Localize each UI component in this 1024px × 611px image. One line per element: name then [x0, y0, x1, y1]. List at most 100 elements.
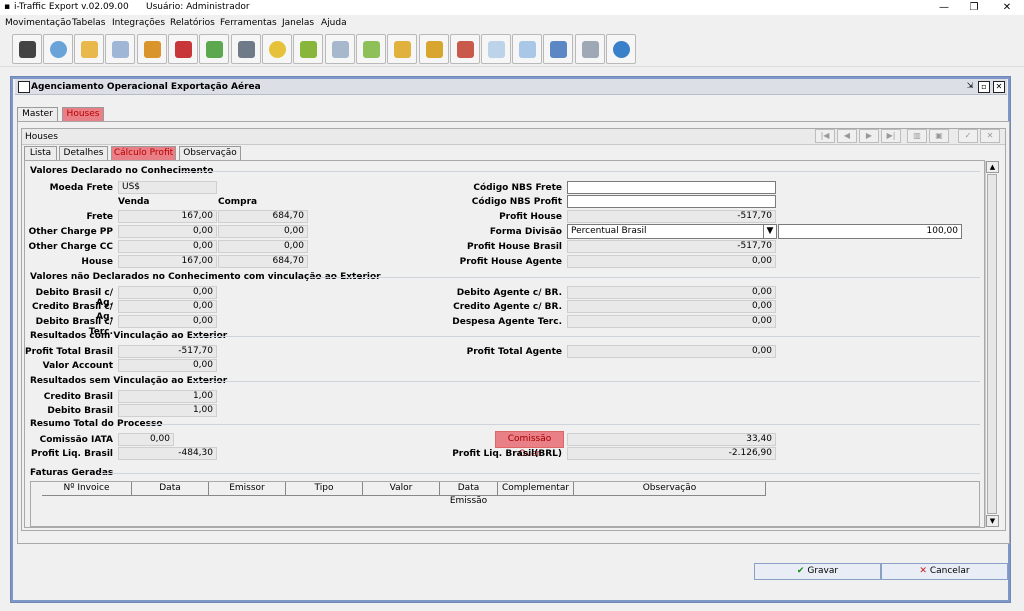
window-title: i-Traffic Export v.02.09.00 — [14, 2, 129, 12]
close-icon[interactable]: ✕ — [992, 0, 1022, 15]
check-icon[interactable] — [199, 34, 229, 64]
column-header-valor[interactable]: Valor — [363, 482, 440, 496]
delete-icon[interactable]: ▥ — [907, 129, 927, 143]
profit-house-brasil-field[interactable]: -517,70 — [567, 240, 776, 253]
subtab-detalhes[interactable]: Detalhes — [59, 146, 108, 160]
profit-house-agente-label: Profit House Agente — [459, 257, 562, 267]
other-charge-pp-venda[interactable]: 0,00 — [118, 225, 217, 238]
frete-venda[interactable]: 167,00 — [118, 210, 217, 223]
clock-icon[interactable] — [43, 34, 73, 64]
files-icon[interactable] — [325, 34, 355, 64]
profit-house-agente-field[interactable]: 0,00 — [567, 255, 776, 268]
document-icon[interactable] — [231, 34, 261, 64]
other-charge-pp-compra[interactable]: 0,00 — [218, 225, 308, 238]
scroll-thumb[interactable] — [987, 174, 997, 514]
profit-liq-brasil-brl-field[interactable]: -2.126,90 — [567, 447, 776, 460]
valor-account-field[interactable]: 0,00 — [118, 359, 217, 372]
forma-divisao-percent[interactable]: 100,00 — [778, 224, 962, 239]
panel-icon[interactable] — [512, 34, 542, 64]
profit-house-field[interactable]: -517,70 — [567, 210, 776, 223]
comissao-over-field[interactable]: 33,40 — [567, 433, 776, 446]
first-record-icon[interactable]: |◀ — [815, 129, 835, 143]
play-icon[interactable] — [606, 34, 636, 64]
prev-record-icon[interactable]: ◀ — [837, 129, 857, 143]
subtab-calculo-profit[interactable]: Cálculo Profit — [111, 146, 176, 160]
profit-total-brasil-field[interactable]: -517,70 — [118, 345, 217, 358]
menu-janelas[interactable]: Janelas — [282, 18, 314, 28]
menu-tabelas[interactable]: Tabelas — [72, 18, 105, 28]
other-charge-cc-compra[interactable]: 0,00 — [218, 240, 308, 253]
menu-integracoes[interactable]: Integrações — [112, 18, 165, 28]
subtab-observacao[interactable]: Observação — [179, 146, 241, 160]
divider — [310, 277, 980, 278]
coins-icon[interactable] — [262, 34, 292, 64]
column-header-tipo[interactable]: Tipo — [286, 482, 363, 496]
menu-movimentacao[interactable]: Movimentação — [5, 18, 71, 28]
debito-brasil-terc-field[interactable]: 0,00 — [118, 315, 217, 328]
column-header-data[interactable]: Data — [132, 482, 209, 496]
tab-master[interactable]: Master — [17, 107, 58, 121]
moeda-frete-field[interactable]: US$ — [118, 181, 217, 194]
list-icon[interactable] — [575, 34, 605, 64]
restore-icon[interactable]: ❐ — [959, 0, 989, 15]
money-stack-icon[interactable] — [387, 34, 417, 64]
minimize-icon[interactable]: — — [929, 0, 959, 15]
folder-dark-icon[interactable] — [12, 34, 42, 64]
save-record-icon[interactable]: ▣ — [929, 129, 949, 143]
nbs-frete-input[interactable] — [567, 181, 776, 194]
subtab-lista[interactable]: Lista — [24, 146, 57, 160]
last-record-icon[interactable]: ▶| — [881, 129, 901, 143]
menu-ferramentas[interactable]: Ferramentas — [220, 18, 277, 28]
money-icon[interactable] — [356, 34, 386, 64]
debito-agente-br-field[interactable]: 0,00 — [567, 286, 776, 299]
menu-relatorios[interactable]: Relatórios — [170, 18, 215, 28]
profit-liq-brasil-field[interactable]: -484,30 — [118, 447, 217, 460]
column-header-complementar[interactable]: Complementar — [498, 482, 574, 496]
house-compra[interactable]: 684,70 — [218, 255, 308, 268]
frame-close-icon[interactable]: ✕ — [993, 81, 1005, 93]
credito-brasil-ag-field[interactable]: 0,00 — [118, 300, 217, 313]
forma-divisao-select[interactable]: Percentual Brasil — [567, 224, 764, 239]
credito-brasil-field[interactable]: 1,00 — [118, 390, 217, 403]
chart-icon[interactable] — [543, 34, 573, 64]
scroll-down-icon[interactable]: ▼ — [986, 515, 999, 527]
house-venda[interactable]: 167,00 — [118, 255, 217, 268]
tab-houses[interactable]: Houses — [62, 107, 104, 121]
save-button[interactable]: ✔ Gravar — [754, 563, 881, 580]
comissao-iata-label: Comissão IATA — [39, 435, 113, 445]
close-icon: ✕ — [919, 566, 927, 576]
column-header-invoice[interactable]: Nº Invoice — [42, 482, 132, 496]
next-record-icon[interactable]: ▶ — [859, 129, 879, 143]
arrow-up-icon[interactable] — [293, 34, 323, 64]
frame-icon[interactable] — [481, 34, 511, 64]
other-charge-cc-venda[interactable]: 0,00 — [118, 240, 217, 253]
credito-brasil-label: Credito Brasil — [43, 392, 113, 402]
vertical-scrollbar[interactable]: ▲ ▼ — [985, 161, 999, 527]
credito-agente-br-field[interactable]: 0,00 — [567, 300, 776, 313]
column-header-emissor[interactable]: Emissor — [209, 482, 286, 496]
internal-frame-title-bar: Agenciamento Operacional Exportação Aére… — [15, 79, 1007, 95]
column-header-observacao[interactable]: Observação — [574, 482, 766, 496]
money-arrow-icon[interactable] — [419, 34, 449, 64]
frame-maximize-icon[interactable]: ▫ — [978, 81, 990, 93]
frete-compra[interactable]: 684,70 — [218, 210, 308, 223]
airplane-icon[interactable] — [105, 34, 135, 64]
cancel-button[interactable]: ✕ Cancelar — [881, 563, 1008, 580]
debito-brasil-ag-field[interactable]: 0,00 — [118, 286, 217, 299]
frame-minimize-icon[interactable]: ⇲ — [964, 81, 976, 93]
open-folder-icon[interactable] — [74, 34, 104, 64]
money-search-icon[interactable] — [450, 34, 480, 64]
scroll-up-icon[interactable]: ▲ — [986, 161, 999, 173]
column-header-data-emissao[interactable]: Data Emissão — [440, 482, 498, 506]
chevron-down-icon[interactable]: ▼ — [763, 224, 777, 239]
profit-total-agente-field[interactable]: 0,00 — [567, 345, 776, 358]
ship-icon[interactable] — [168, 34, 198, 64]
cancel-icon[interactable]: ✕ — [980, 129, 1000, 143]
menu-ajuda[interactable]: Ajuda — [321, 18, 347, 28]
comissao-iata-field[interactable]: 0,00 — [118, 433, 174, 446]
debito-brasil-field[interactable]: 1,00 — [118, 404, 217, 417]
confirm-icon[interactable]: ✓ — [958, 129, 978, 143]
despesa-agente-terc-field[interactable]: 0,00 — [567, 315, 776, 328]
export-folder-icon[interactable] — [137, 34, 167, 64]
nbs-profit-input[interactable] — [567, 195, 776, 208]
